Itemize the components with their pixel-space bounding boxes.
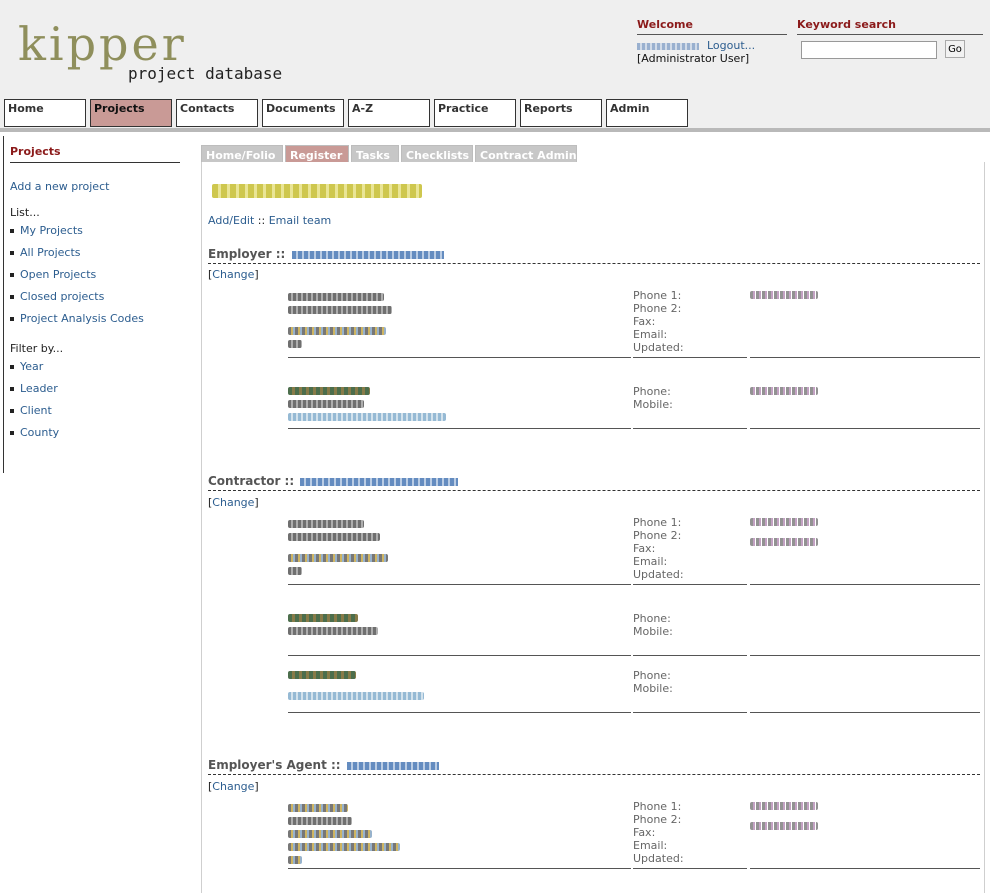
- header: kipper project database Welcome Logout..…: [0, 0, 990, 132]
- add-edit-link[interactable]: Add/Edit: [208, 214, 254, 227]
- filter-item-county[interactable]: County: [10, 426, 59, 439]
- org-contact-values: [750, 516, 980, 585]
- bullet-icon: [10, 409, 14, 413]
- nav-tab-projects[interactable]: Projects: [90, 99, 172, 127]
- user-role: [Administrator User]: [637, 52, 750, 65]
- org-contact-labels: Phone 1: Phone 2: Fax: Email: Updated:: [633, 289, 747, 358]
- sidebar-item-open-projects[interactable]: Open Projects: [10, 268, 96, 281]
- redacted-user-name[interactable]: [637, 42, 699, 50]
- change-contractor: [Change]: [208, 496, 259, 509]
- welcome-panel: Welcome Logout... [Administrator User]: [637, 18, 787, 65]
- redacted-project-title: [212, 184, 422, 198]
- org-address: [288, 800, 631, 869]
- go-button[interactable]: Go: [945, 40, 965, 58]
- register-panel: Add/Edit :: Email team Employer :: [Chan…: [201, 162, 985, 893]
- sidebar-item-my-projects[interactable]: My Projects: [10, 224, 83, 237]
- tab-register[interactable]: Register: [285, 145, 349, 162]
- add-project-link[interactable]: Add a new project: [10, 180, 109, 193]
- section-employer: Employer ::: [208, 247, 980, 264]
- org-address: [288, 289, 631, 358]
- section-contractor: Contractor ::: [208, 474, 980, 491]
- register-actions: Add/Edit :: Email team: [208, 214, 331, 227]
- org-contact-labels: Phone 1: Phone 2: Fax: Email: Updated:: [633, 800, 747, 869]
- bullet-icon: [10, 387, 14, 391]
- person-details: [288, 385, 631, 429]
- welcome-title: Welcome: [637, 18, 787, 35]
- nav-tab-home[interactable]: Home: [4, 99, 86, 127]
- keyword-search-input[interactable]: [801, 41, 937, 59]
- tab-home-folio[interactable]: Home/Folio: [201, 145, 283, 162]
- redacted-party-name[interactable]: [300, 477, 459, 486]
- nav-tab-contacts[interactable]: Contacts: [176, 99, 258, 127]
- org-contact-labels: Phone 1: Phone 2: Fax: Email: Updated:: [633, 516, 747, 585]
- section-label: Employer ::: [208, 247, 286, 261]
- org-address: [288, 516, 631, 585]
- sidebar-item-analysis-codes[interactable]: Project Analysis Codes: [10, 312, 144, 325]
- person-contact-labels: Phone: Mobile:: [633, 612, 747, 656]
- bullet-icon: [10, 317, 14, 321]
- tab-contract-admin[interactable]: Contract Admin: [475, 145, 577, 162]
- bullet-icon: [10, 431, 14, 435]
- bullet-icon: [10, 251, 14, 255]
- section-label: Employer's Agent ::: [208, 758, 341, 772]
- nav-tab-practice[interactable]: Practice: [434, 99, 516, 127]
- bullet-icon: [10, 229, 14, 233]
- filter-item-year[interactable]: Year: [10, 360, 43, 373]
- filter-item-leader[interactable]: Leader: [10, 382, 58, 395]
- tab-tasks[interactable]: Tasks: [351, 145, 399, 162]
- person-contact-labels: Phone: Mobile:: [633, 385, 747, 429]
- person-details: [288, 612, 631, 656]
- bullet-icon: [10, 273, 14, 277]
- bullet-icon: [10, 365, 14, 369]
- email-team-link[interactable]: Email team: [269, 214, 332, 227]
- tab-checklists[interactable]: Checklists: [401, 145, 473, 162]
- person-details: [288, 669, 631, 713]
- redacted-party-name[interactable]: [291, 250, 444, 259]
- bullet-icon: [10, 295, 14, 299]
- person-contact-labels: Phone: Mobile:: [633, 669, 747, 713]
- redacted-party-name[interactable]: [346, 761, 439, 770]
- nav-tab-reports[interactable]: Reports: [520, 99, 602, 127]
- org-contact-values: [750, 800, 980, 869]
- search-panel: Keyword search Go: [797, 18, 983, 59]
- sidebar-item-closed-projects[interactable]: Closed projects: [10, 290, 104, 303]
- org-contact-values: [750, 289, 980, 358]
- logout-link[interactable]: Logout...: [707, 39, 755, 52]
- nav-tab-a-z[interactable]: A-Z: [348, 99, 430, 127]
- user-row: Logout...: [637, 39, 787, 52]
- list-label: List...: [10, 206, 40, 219]
- person-contact-values: [750, 612, 980, 656]
- person-contact-values: [750, 669, 980, 713]
- section-label: Contractor ::: [208, 474, 295, 488]
- person-contact-values: [750, 385, 980, 429]
- sidebar-item-all-projects[interactable]: All Projects: [10, 246, 81, 259]
- filter-label: Filter by...: [10, 342, 64, 355]
- nav-tab-admin[interactable]: Admin: [606, 99, 688, 127]
- filter-item-client[interactable]: Client: [10, 404, 52, 417]
- change-employers-agent: [Change]: [208, 780, 259, 793]
- section-employers-agent: Employer's Agent ::: [208, 758, 980, 775]
- logo-subtitle: project database: [128, 64, 283, 83]
- sidebar: Projects Add a new project List... My Pr…: [3, 136, 180, 473]
- search-title: Keyword search: [797, 18, 983, 35]
- change-employer: [Change]: [208, 268, 259, 281]
- nav-tab-documents[interactable]: Documents: [262, 99, 344, 127]
- action-separator: ::: [254, 214, 269, 227]
- sidebar-title: Projects: [10, 145, 180, 163]
